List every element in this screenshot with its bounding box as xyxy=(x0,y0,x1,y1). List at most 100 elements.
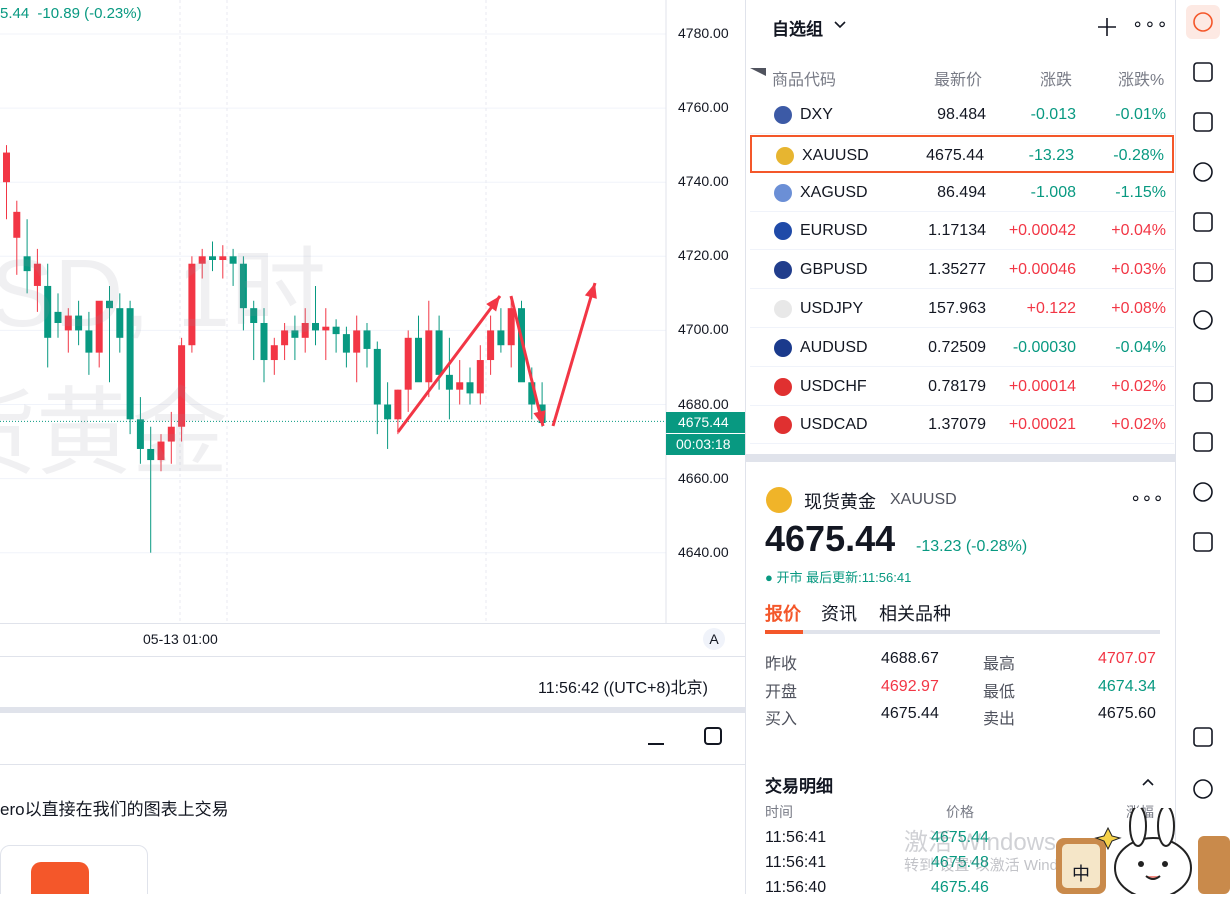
candle-body xyxy=(363,330,371,349)
row-change-pct: -0.01% xyxy=(1115,106,1166,123)
row-change-pct: +0.03% xyxy=(1111,261,1166,279)
chevron-down-icon[interactable] xyxy=(834,21,846,29)
panel-splitter[interactable] xyxy=(746,454,1176,462)
flag-icon xyxy=(774,416,792,435)
add-icon[interactable] xyxy=(1097,17,1117,37)
more-options-icon[interactable]: ∘∘∘ xyxy=(1132,14,1169,35)
stat-value: 4674.34 xyxy=(1098,677,1156,695)
target-icon[interactable] xyxy=(1186,375,1220,409)
trade-time: 11:56:41 xyxy=(765,829,827,846)
stat-label: 最低 xyxy=(983,683,1016,701)
row-change: +0.00021 xyxy=(1008,416,1076,434)
calendar-icon[interactable] xyxy=(1186,105,1220,139)
flag-icon xyxy=(774,338,792,357)
row-last: 1.35277 xyxy=(928,261,986,279)
col-last[interactable]: 最新价 xyxy=(934,66,982,90)
flag-icon xyxy=(774,377,792,396)
market-status: ● 开市 最后更新:11:56:41 xyxy=(765,570,912,585)
row-change: -13.23 xyxy=(1028,146,1074,164)
trade-time: 11:56:41 xyxy=(765,854,827,871)
row-change: +0.00014 xyxy=(1008,377,1076,395)
candle-body xyxy=(425,330,433,383)
candle-body xyxy=(466,382,474,394)
mascot-char: 中 xyxy=(1072,864,1090,884)
bottom-panel-text: ero以直接在我们的图表上交易 xyxy=(0,800,229,819)
stat-value: 4707.07 xyxy=(1098,650,1156,667)
watchlist-icon[interactable] xyxy=(1186,5,1220,39)
col-symbol[interactable]: 商品代码 xyxy=(772,66,836,90)
alert-icon[interactable] xyxy=(1186,155,1220,189)
watchlist-row[interactable]: AUDUSD 0.72509 -0.00030 -0.04% xyxy=(750,329,1174,367)
candle-body xyxy=(435,330,443,375)
row-last: 4675.44 xyxy=(926,146,984,164)
row-last: 0.72509 xyxy=(928,338,986,356)
watchlist-row[interactable]: EURUSD 1.17134 +0.00042 +0.04% xyxy=(750,212,1174,251)
row-last: 1.17134 xyxy=(928,222,986,240)
news-icon[interactable] xyxy=(1186,55,1220,89)
tab-news[interactable]: 资讯 xyxy=(821,600,857,626)
row-last: 98.484 xyxy=(937,106,986,123)
minimize-icon[interactable] xyxy=(648,743,664,745)
candle-body xyxy=(373,348,381,405)
watchlist-row[interactable]: XAUUSD 4675.44 -13.23 -0.28% xyxy=(750,134,1174,173)
collapse-triangle-icon[interactable] xyxy=(750,68,766,76)
trade-price: 4675.46 xyxy=(931,879,989,896)
auto-scale-button[interactable]: A xyxy=(703,628,725,650)
video-icon[interactable] xyxy=(1186,255,1220,289)
watchlist-row[interactable]: GBPUSD 1.35277 +0.00046 +0.03% xyxy=(750,251,1174,290)
row-change-pct: +0.02% xyxy=(1111,416,1166,434)
chart-area[interactable]: 5.44 -10.89 (-0.23%) SD, 1时 货黄金 4780.00 4… xyxy=(0,0,745,894)
trades-col-price: 价格 xyxy=(946,804,974,820)
watchlist-row[interactable]: USDCAD 1.37079 +0.00021 +0.02% xyxy=(750,406,1174,445)
education-icon[interactable] xyxy=(1186,425,1220,459)
trade-time: 11:56:40 xyxy=(765,879,827,896)
stat-value: 4675.44 xyxy=(881,705,939,722)
network-icon[interactable] xyxy=(1186,525,1220,559)
candle-body xyxy=(404,337,412,390)
row-change: -1.008 xyxy=(1030,183,1076,201)
detail-price: 4675.44 xyxy=(765,518,896,559)
bottom-panel-header xyxy=(0,713,745,765)
annotation-arrow-head xyxy=(584,283,597,299)
watchlist-title[interactable]: 自选组 xyxy=(772,15,823,40)
stat-label: 买入 xyxy=(765,711,798,728)
handshake-icon[interactable] xyxy=(1186,720,1220,754)
row-last: 86.494 xyxy=(937,183,986,201)
detail-symbol: XAUUSD xyxy=(890,491,957,508)
mascot-sticker: 中 xyxy=(1048,805,1230,899)
table-icon[interactable] xyxy=(1186,475,1220,509)
maximize-icon[interactable] xyxy=(704,727,722,745)
tab-quote[interactable]: 报价 xyxy=(765,600,801,626)
watchlist-row[interactable]: USDJPY 157.963 +0.122 +0.08% xyxy=(750,290,1174,328)
current-price-label: 4675.44 xyxy=(666,412,745,433)
chat-icon[interactable] xyxy=(1186,303,1220,337)
col-change[interactable]: 涨跌 xyxy=(1040,66,1072,90)
countdown-label: 00:03:18 xyxy=(666,434,745,455)
row-change-pct: -0.28% xyxy=(1113,146,1164,164)
price-tick: 4780.00 xyxy=(678,25,729,41)
stat-label: 卖出 xyxy=(983,711,1016,728)
annotation-arrow-line xyxy=(509,295,545,427)
detail-more-icon[interactable]: ∘∘∘ xyxy=(1130,488,1164,509)
watchlist-row[interactable]: USDCHF 0.78179 +0.00014 +0.02% xyxy=(750,368,1174,406)
watchlist-row[interactable]: DXY 98.484 -0.013 -0.01% xyxy=(750,96,1174,134)
tab-related[interactable]: 相关品种 xyxy=(879,600,951,626)
stat-value: 4692.97 xyxy=(881,677,939,695)
row-change-pct: +0.04% xyxy=(1111,222,1166,240)
chevron-up-icon[interactable] xyxy=(1142,778,1154,786)
clock[interactable]: 11:56:42 ((UTC+8)北京) xyxy=(538,674,708,698)
watchlist-row[interactable]: XAGUSD 86.494 -1.008 -1.15% xyxy=(750,174,1174,212)
row-symbol: EURUSD xyxy=(800,222,868,240)
candle-body xyxy=(384,404,392,420)
support-icon[interactable] xyxy=(1186,772,1220,806)
layers-icon[interactable] xyxy=(1186,205,1220,239)
row-change-pct: -1.15% xyxy=(1115,183,1166,201)
row-symbol: GBPUSD xyxy=(800,261,868,279)
header-price: 5.44 xyxy=(0,5,30,22)
candle-body xyxy=(394,389,402,420)
row-change: +0.122 xyxy=(1026,300,1076,317)
flag-icon xyxy=(774,300,792,318)
row-symbol: XAGUSD xyxy=(800,183,868,201)
broker-card[interactable] xyxy=(0,845,148,894)
col-change-pct[interactable]: 涨跌% xyxy=(1118,66,1164,90)
